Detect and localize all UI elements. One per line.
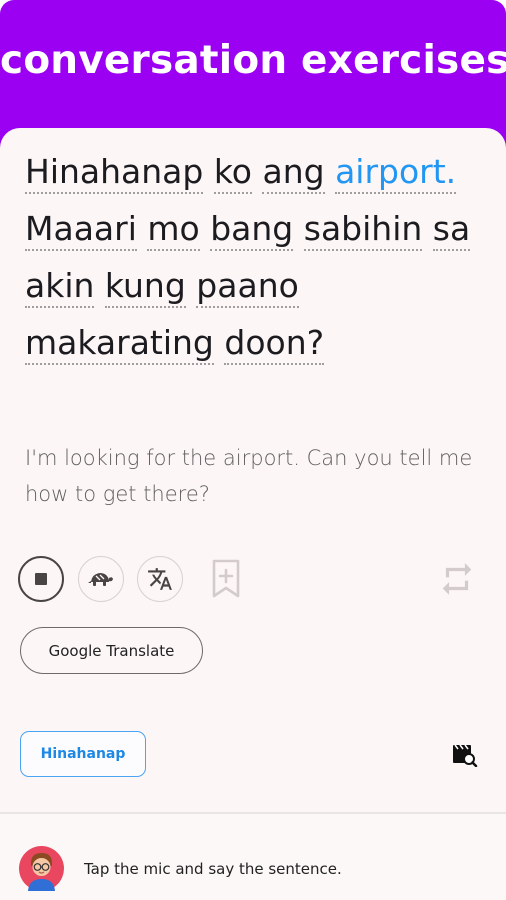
bookmark-button[interactable]: [211, 559, 241, 604]
video-search-icon: [453, 744, 478, 768]
slow-playback-button[interactable]: [78, 556, 124, 602]
sentence-word[interactable]: akin: [25, 266, 95, 308]
sentence-word[interactable]: paano: [196, 266, 299, 308]
sentence-word[interactable]: sa: [432, 209, 471, 251]
sentence-word-highlighted[interactable]: airport.: [335, 152, 457, 194]
stop-button[interactable]: [18, 556, 64, 602]
sentence-word[interactable]: ang: [262, 152, 325, 194]
sentence-word[interactable]: sabihin: [303, 209, 423, 251]
avatar: [19, 846, 64, 891]
google-translate-button[interactable]: Google Translate: [20, 627, 203, 674]
bookmark-add-icon: [212, 559, 240, 598]
sentence-word[interactable]: Hinahanap: [25, 152, 204, 194]
video-search-button[interactable]: [451, 743, 479, 772]
page-title: conversation exercises: [0, 38, 506, 83]
repeat-icon: [442, 563, 472, 595]
sentence-word[interactable]: ko: [213, 152, 252, 194]
sentence-word[interactable]: makarating: [25, 323, 214, 365]
translate-button[interactable]: [137, 556, 183, 602]
stop-icon: [35, 573, 47, 585]
avatar-icon: [19, 846, 64, 891]
sentence-word[interactable]: doon?: [224, 323, 325, 365]
sentence-translation: I'm looking for the airport. Can you tel…: [25, 446, 473, 506]
sentence-word[interactable]: mo: [147, 209, 200, 251]
turtle-icon: [88, 573, 113, 586]
sentence-word[interactable]: Maaari: [25, 209, 137, 251]
sentence-word[interactable]: kung: [104, 266, 186, 308]
instruction-text: Tap the mic and say the sentence.: [84, 860, 342, 878]
translate-icon: [148, 568, 172, 590]
repeat-button[interactable]: [438, 560, 476, 603]
sentence-word[interactable]: bang: [210, 209, 294, 251]
target-sentence: Hinahanap ko ang airport. Maaari mo bang…: [25, 143, 485, 371]
word-chip[interactable]: Hinahanap: [20, 731, 146, 777]
bottom-bar: [0, 814, 506, 900]
